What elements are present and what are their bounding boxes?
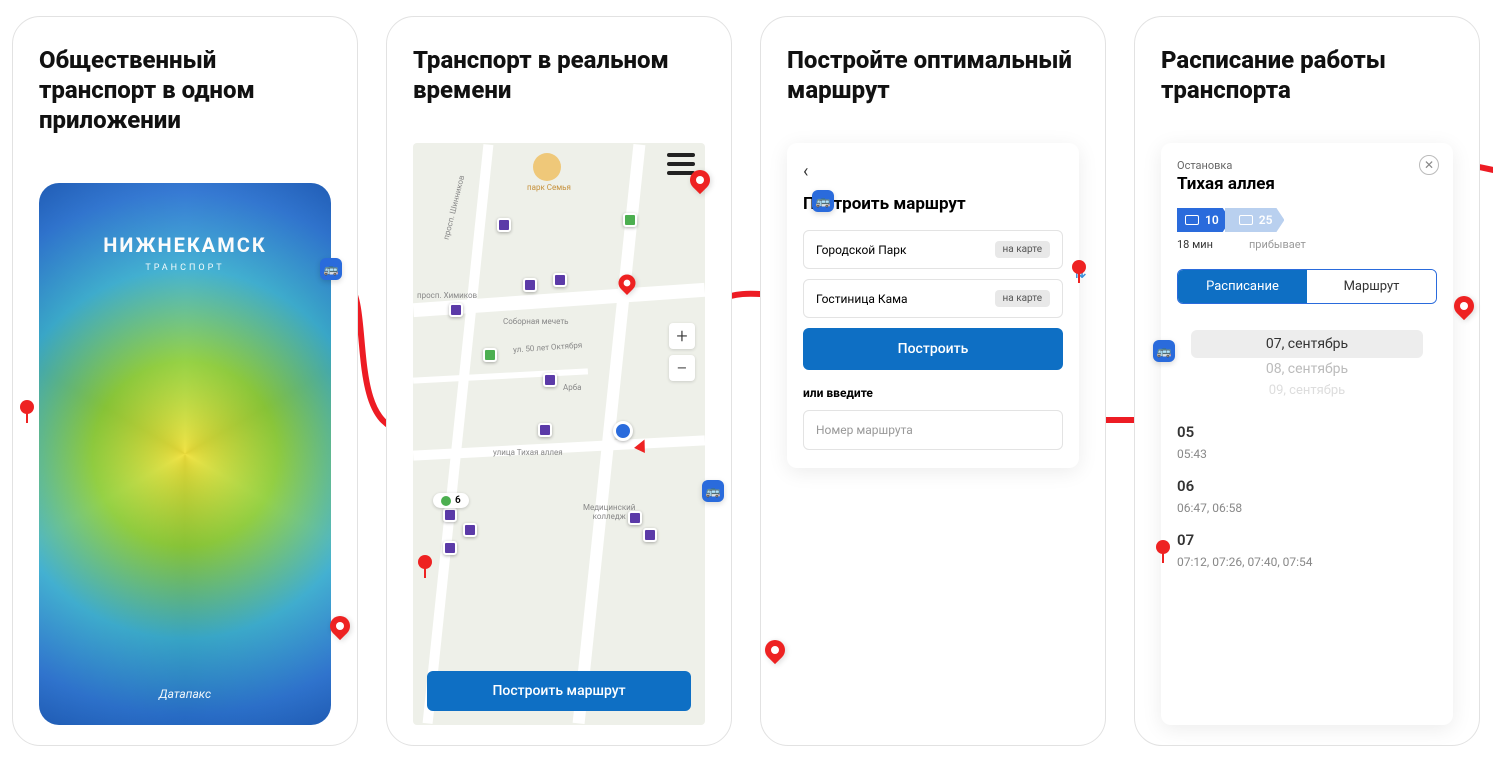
bus-stop-icon[interactable] — [628, 511, 642, 525]
bus-icon — [1185, 215, 1199, 225]
card-title: Построить маршрут — [803, 194, 1063, 214]
hour-label: 05 — [1177, 423, 1437, 441]
app-splash-card: НИЖНЕКАМСК ТРАНСПОРТ Датапакс — [39, 183, 331, 725]
bus-icon — [1239, 215, 1253, 225]
from-input[interactable]: Городской Парк на карте — [803, 230, 1063, 269]
route-badge[interactable]: 6 — [433, 493, 469, 508]
panel-realtime: Транспорт в реальном времени парк Семья … — [386, 16, 732, 746]
route-pill-alt[interactable]: 25 — [1225, 208, 1285, 232]
route-number-input[interactable]: Номер маршрута — [803, 410, 1063, 450]
panel-title: Постройте оптимальный маршрут — [787, 45, 1079, 105]
stop-label: Остановка — [1177, 159, 1437, 172]
bus-stop-icon[interactable] — [483, 348, 497, 362]
bus-marker-icon: 🚌 — [1153, 340, 1175, 362]
splash-subtitle: ТРАНСПОРТ — [103, 263, 267, 273]
bus-marker-icon: 🚌 — [320, 258, 342, 280]
time-list: 06:47, 06:58 — [1177, 501, 1437, 515]
park-label: парк Семья — [527, 183, 571, 192]
pin-icon — [418, 555, 432, 569]
arrival-row: 18 мин прибывает — [1177, 238, 1437, 251]
build-route-button[interactable]: Построить маршрут — [427, 671, 691, 711]
zoom-out-button[interactable]: − — [669, 355, 695, 381]
bus-stop-icon[interactable] — [553, 273, 567, 287]
bus-marker-icon: 🚌 — [812, 190, 834, 212]
vendor-logo: Датапакс — [159, 687, 211, 701]
tab-schedule[interactable]: Расписание — [1178, 270, 1307, 303]
bus-stop-icon[interactable] — [543, 373, 557, 387]
panel-title: Транспорт в реальном времени — [413, 45, 705, 105]
panel-build-route: Постройте оптимальный маршрут ‹ Построит… — [760, 16, 1106, 746]
pin-icon — [20, 400, 34, 414]
panel-title: Общественный транспорт в одном приложени… — [39, 45, 331, 135]
panel-overview: Общественный транспорт в одном приложени… — [12, 16, 358, 746]
menu-icon[interactable] — [667, 153, 695, 175]
bus-stop-icon[interactable] — [463, 523, 477, 537]
date-next[interactable]: 08, сентябрь — [1177, 358, 1437, 380]
bus-stop-icon[interactable] — [449, 303, 463, 317]
or-enter-label: или введите — [803, 386, 1063, 400]
date-active[interactable]: 07, сентябрь — [1191, 330, 1423, 358]
schedule-card: ✕ Остановка Тихая аллея 10 25 18 мин при… — [1161, 143, 1453, 725]
bus-stop-icon[interactable] — [643, 528, 657, 542]
tab-toggle: Расписание Маршрут — [1177, 269, 1437, 304]
build-button[interactable]: Построить — [803, 328, 1063, 370]
eta: 18 мин — [1177, 238, 1213, 251]
route-pills: 10 25 — [1177, 208, 1437, 232]
bus-marker-icon: 🚌 — [702, 480, 724, 502]
hour-label: 07 — [1177, 531, 1437, 549]
bus-stop-icon[interactable] — [497, 218, 511, 232]
to-input[interactable]: Гостиница Кама на карте — [803, 279, 1063, 318]
close-icon[interactable]: ✕ — [1419, 155, 1439, 175]
tab-route[interactable]: Маршрут — [1307, 270, 1436, 303]
zoom-controls: + − — [669, 323, 695, 381]
park-icon — [533, 153, 561, 181]
bus-stop-icon[interactable] — [623, 213, 637, 227]
bus-stop-icon[interactable] — [443, 541, 457, 555]
date-picker[interactable]: 07, сентябрь 08, сентябрь 09, сентябрь — [1177, 330, 1437, 401]
on-map-badge[interactable]: на карте — [995, 290, 1050, 307]
time-block: 05 05:43 06 06:47, 06:58 07 07:12, 07:26… — [1177, 423, 1437, 569]
date-faded[interactable]: 09, сентябрь — [1177, 380, 1437, 401]
map-view[interactable]: парк Семья просп. Шинников просп. Химико… — [413, 143, 705, 725]
splash-city: НИЖНЕКАМСК — [103, 233, 267, 257]
panel-title: Расписание работы транспорта — [1161, 45, 1453, 105]
current-location-icon[interactable] — [613, 421, 633, 441]
pin-icon — [1072, 260, 1086, 274]
panel-schedule: Расписание работы транспорта ✕ Остановка… — [1134, 16, 1480, 746]
bus-stop-icon[interactable] — [538, 423, 552, 437]
arriving-label: прибывает — [1249, 238, 1306, 251]
back-icon[interactable]: ‹ — [803, 161, 1063, 182]
bus-stop-icon[interactable] — [523, 278, 537, 292]
route-pill-active[interactable]: 10 — [1177, 208, 1231, 232]
time-list: 05:43 — [1177, 447, 1437, 461]
zoom-in-button[interactable]: + — [669, 323, 695, 349]
hour-label: 06 — [1177, 477, 1437, 495]
pin-icon — [1156, 540, 1170, 554]
time-list: 07:12, 07:26, 07:40, 07:54 — [1177, 555, 1437, 569]
from-value: Городской Парк — [816, 243, 907, 257]
to-value: Гостиница Кама — [816, 292, 908, 306]
on-map-badge[interactable]: на карте — [995, 241, 1050, 258]
bus-stop-icon[interactable] — [443, 508, 457, 522]
stop-name: Тихая аллея — [1177, 174, 1437, 194]
